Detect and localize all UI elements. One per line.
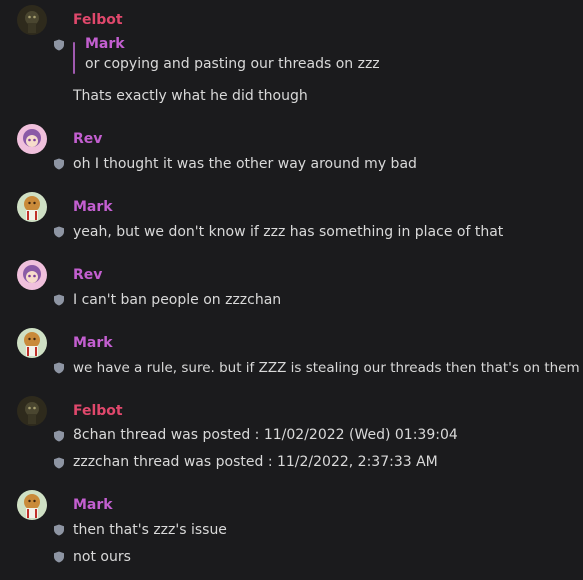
message-text: oh I thought it was the other way around… [73, 156, 417, 172]
author-name[interactable]: Rev [73, 267, 102, 283]
mark-avatar-icon[interactable] [17, 490, 47, 520]
shield-icon [54, 226, 64, 238]
message-text: I can't ban people on zzzchan [73, 292, 282, 308]
message-text: we have a rule, sure. but if ZZZ is stea… [73, 360, 580, 376]
message-text: yeah, but we don't know if zzz has somet… [73, 224, 504, 240]
quote-text: or copying and pasting our threads on zz… [85, 56, 380, 72]
shield-icon [54, 457, 64, 469]
message-text: 8chan thread was posted : 11/02/2022 (We… [73, 427, 458, 443]
message-text: not ours [73, 549, 131, 565]
shield-icon [54, 39, 64, 51]
author-name[interactable]: Mark [73, 199, 113, 215]
felbot-avatar-icon[interactable] [17, 5, 47, 35]
shield-icon [54, 158, 64, 170]
shield-icon [54, 551, 64, 563]
author-name[interactable]: Mark [73, 497, 113, 513]
message-text: Thats exactly what he did though [73, 88, 308, 104]
message-text: then that's zzz's issue [73, 522, 227, 538]
felbot-avatar-icon[interactable] [17, 396, 47, 426]
shield-icon [54, 430, 64, 442]
mark-avatar-icon[interactable] [17, 328, 47, 358]
author-name[interactable]: Mark [73, 335, 113, 351]
shield-icon [54, 362, 64, 374]
quote-author[interactable]: Mark [85, 36, 125, 52]
mark-avatar-icon[interactable] [17, 192, 47, 222]
message-text: zzzchan thread was posted : 11/2/2022, 2… [73, 454, 438, 470]
chat-log: Felbot Mark or copying and pasting our t… [0, 0, 583, 580]
author-name[interactable]: Felbot [73, 403, 123, 419]
rev-avatar-icon[interactable] [17, 260, 47, 290]
quote-bar [73, 42, 75, 74]
author-name[interactable]: Felbot [73, 12, 123, 28]
shield-icon [54, 524, 64, 536]
author-name[interactable]: Rev [73, 131, 102, 147]
shield-icon [54, 294, 64, 306]
rev-avatar-icon[interactable] [17, 124, 47, 154]
